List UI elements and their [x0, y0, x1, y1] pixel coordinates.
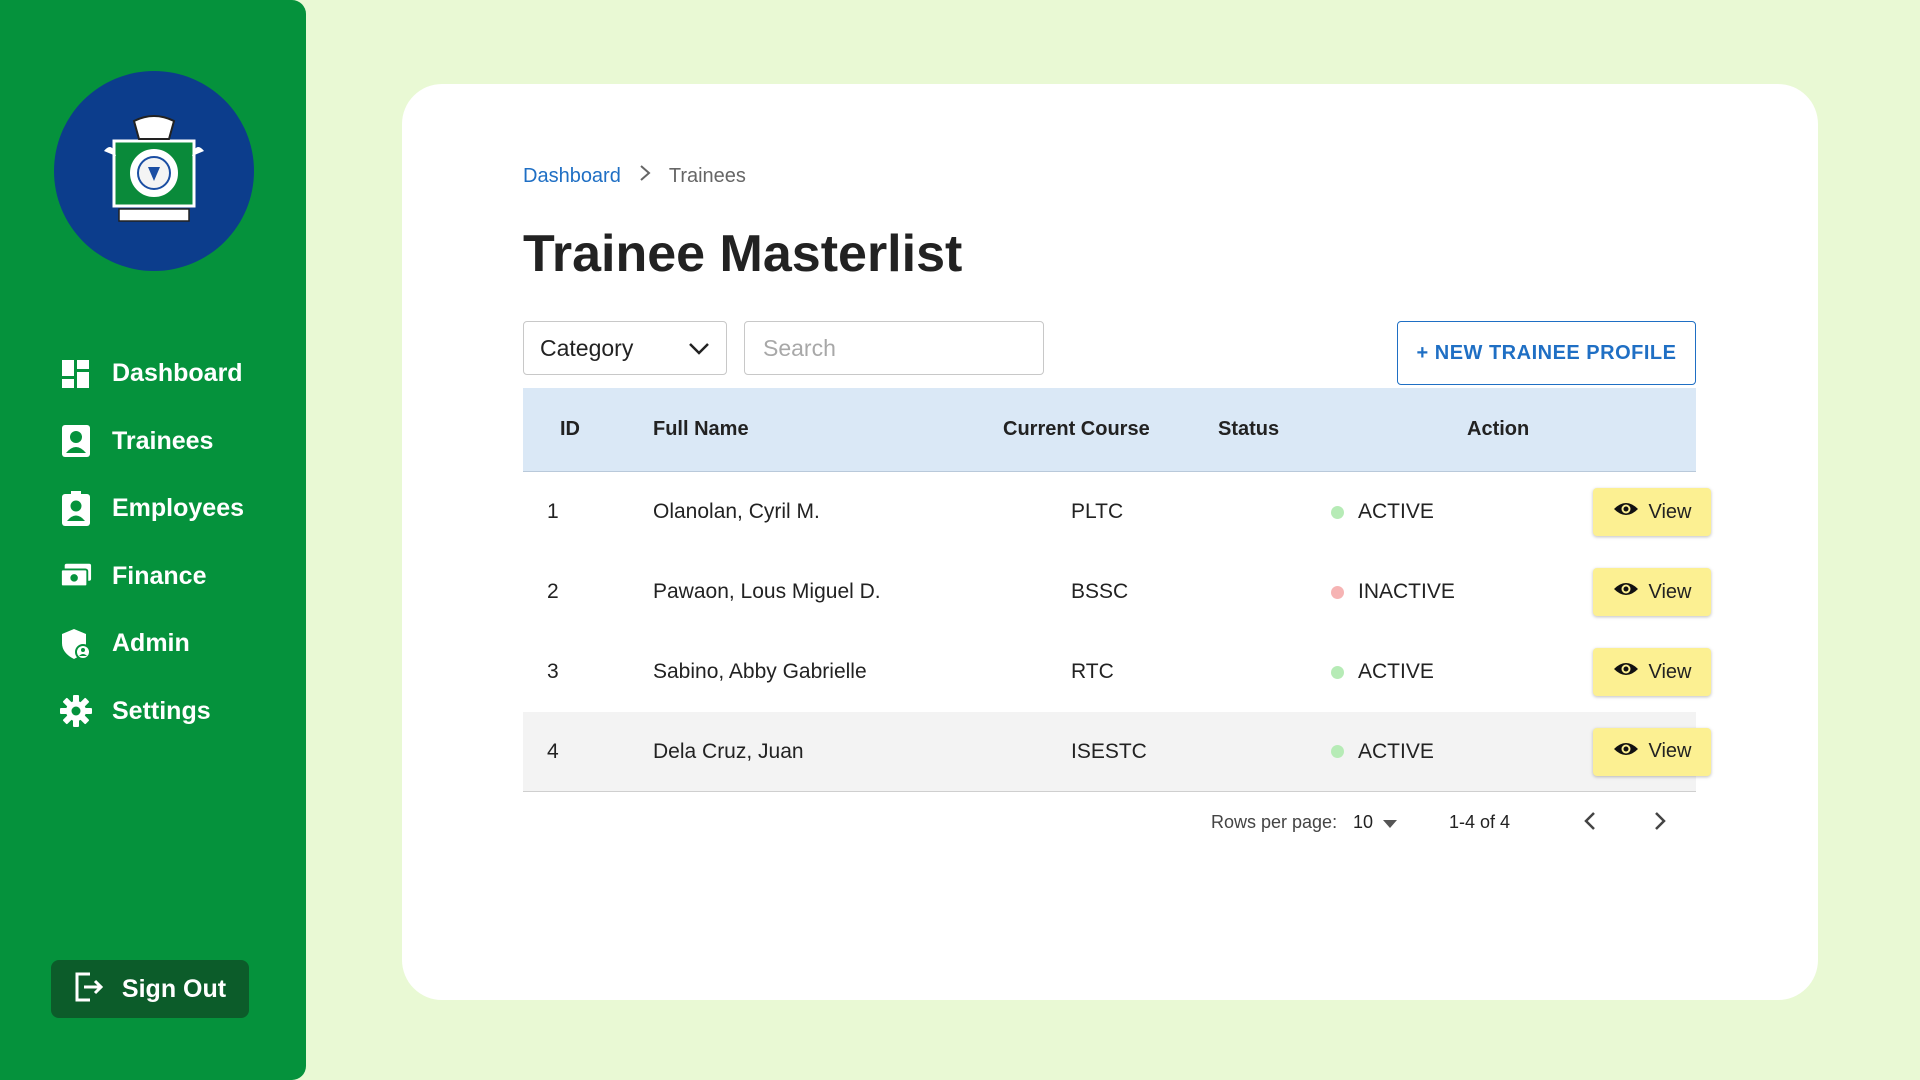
admin-shield-icon: [60, 628, 92, 660]
eye-icon: [1613, 500, 1639, 524]
status-dot-active: [1331, 505, 1344, 519]
table-pagination: Rows per page: 10 1-4 of 4: [523, 804, 1696, 844]
eye-icon: [1613, 580, 1639, 604]
institution-seal-logo: [54, 71, 254, 271]
table-row: 4 Dela Cruz, Juan ISESTC ACTIVE View: [523, 712, 1711, 792]
column-header-action: Action: [1467, 418, 1530, 440]
cell-course: ISESTC: [1071, 739, 1147, 763]
table-row: 3 Sabino, Abby Gabrielle RTC ACTIVE View: [523, 632, 1711, 712]
category-select[interactable]: Category: [523, 321, 727, 375]
sidebar-item-trainees[interactable]: Trainees: [0, 408, 306, 476]
sidebar-item-employees[interactable]: Employees: [0, 475, 306, 543]
status-dot-inactive: [1331, 585, 1344, 599]
status-dot-active: [1331, 745, 1344, 758]
chevron-right-icon: [1655, 812, 1666, 830]
main-card: Dashboard Trainees Trainee Masterlist Ca…: [402, 84, 1818, 1000]
sign-out-icon: [74, 971, 104, 1008]
eye-icon: [1613, 660, 1639, 684]
cell-full-name: Pawaon, Lous Miguel D.: [653, 580, 881, 603]
trainee-table: ID Full Name Current Course Status Actio…: [523, 388, 1711, 792]
sign-out-button[interactable]: Sign Out: [51, 960, 249, 1018]
view-button-label: View: [1648, 660, 1692, 683]
column-header-full-name: Full Name: [653, 418, 749, 440]
cell-full-name: Olanolan, Cyril M.: [653, 500, 820, 523]
sidebar-item-settings[interactable]: Settings: [0, 678, 306, 746]
sidebar-item-finance[interactable]: Finance: [0, 543, 306, 611]
column-header-current-course: Current Course: [1003, 418, 1150, 440]
search-input[interactable]: [744, 321, 1044, 375]
caret-down-icon: [1383, 812, 1398, 833]
page-title: Trainee Masterlist: [523, 225, 963, 283]
sidebar-item-admin[interactable]: Admin: [0, 610, 306, 678]
cell-id: 2: [547, 580, 559, 603]
breadcrumb: Dashboard Trainees: [523, 164, 746, 188]
view-button-label: View: [1648, 580, 1692, 603]
rows-per-page-select[interactable]: 10: [1353, 812, 1398, 833]
column-header-status: Status: [1218, 418, 1280, 440]
table-row: 2 Pawaon, Lous Miguel D. BSSC INACTIVE V…: [523, 552, 1711, 632]
chevron-down-icon: [688, 335, 710, 362]
sidebar-item-label: Employees: [112, 494, 245, 523]
sidebar-item-label: Dashboard: [112, 359, 243, 388]
status-dot-active: [1331, 665, 1344, 679]
breadcrumb-dashboard-link[interactable]: Dashboard: [523, 165, 621, 188]
sidebar-item-label: Admin: [112, 629, 190, 658]
dashboard-icon: [60, 358, 92, 390]
person-card-icon: [60, 425, 92, 458]
previous-page-button[interactable]: [1583, 810, 1597, 837]
cell-status: ACTIVE: [1358, 739, 1434, 763]
breadcrumb-current: Trainees: [668, 164, 746, 187]
cell-id: 3: [547, 660, 559, 683]
table-row: 1 Olanolan, Cyril M. PLTC ACTIVE View: [523, 472, 1711, 552]
view-button[interactable]: View: [1593, 727, 1711, 776]
new-trainee-profile-button[interactable]: + NEW TRAINEE PROFILE: [1397, 321, 1696, 385]
cash-icon: [60, 560, 92, 592]
chevron-right-icon: [639, 164, 651, 188]
sign-out-label: Sign Out: [121, 974, 227, 1003]
cell-status: ACTIVE: [1358, 500, 1434, 523]
view-button-label: View: [1648, 740, 1692, 762]
column-header-id: ID: [560, 418, 580, 440]
cell-status: ACTIVE: [1358, 660, 1434, 683]
rows-per-page-value: 10: [1353, 812, 1374, 832]
view-button[interactable]: View: [1593, 648, 1711, 696]
gear-icon: [60, 695, 92, 728]
cell-id: 4: [547, 739, 559, 763]
view-button[interactable]: View: [1593, 568, 1711, 616]
view-button[interactable]: View: [1593, 488, 1711, 536]
cell-status: INACTIVE: [1358, 580, 1455, 603]
table-header: ID Full Name Current Course Status Actio…: [523, 388, 1696, 472]
sidebar-item-label: Settings: [112, 696, 211, 725]
pagination-range: 1-4 of 4: [1449, 812, 1511, 832]
sidebar-item-label: Trainees: [112, 426, 214, 455]
cell-course: BSSC: [1071, 580, 1129, 603]
sidebar-item-dashboard[interactable]: Dashboard: [0, 340, 306, 408]
sidebar-nav: Dashboard Trainees Employees Finance Adm…: [0, 340, 306, 745]
cell-id: 1: [547, 500, 559, 523]
cell-full-name: Sabino, Abby Gabrielle: [653, 660, 867, 683]
rows-per-page-label: Rows per page:: [1211, 812, 1338, 832]
seal-emblem-icon: [104, 115, 204, 222]
sidebar-item-label: Finance: [112, 561, 207, 590]
category-select-label: Category: [540, 334, 634, 361]
sidebar: Dashboard Trainees Employees Finance Adm…: [0, 0, 306, 1080]
eye-icon: [1613, 740, 1639, 764]
employee-badge-icon: [60, 490, 92, 526]
chevron-left-icon: [1584, 812, 1595, 830]
cell-course: PLTC: [1071, 500, 1124, 523]
cell-course: RTC: [1071, 660, 1114, 683]
next-page-button[interactable]: [1653, 810, 1667, 837]
view-button-label: View: [1648, 500, 1692, 523]
cell-full-name: Dela Cruz, Juan: [653, 739, 804, 763]
